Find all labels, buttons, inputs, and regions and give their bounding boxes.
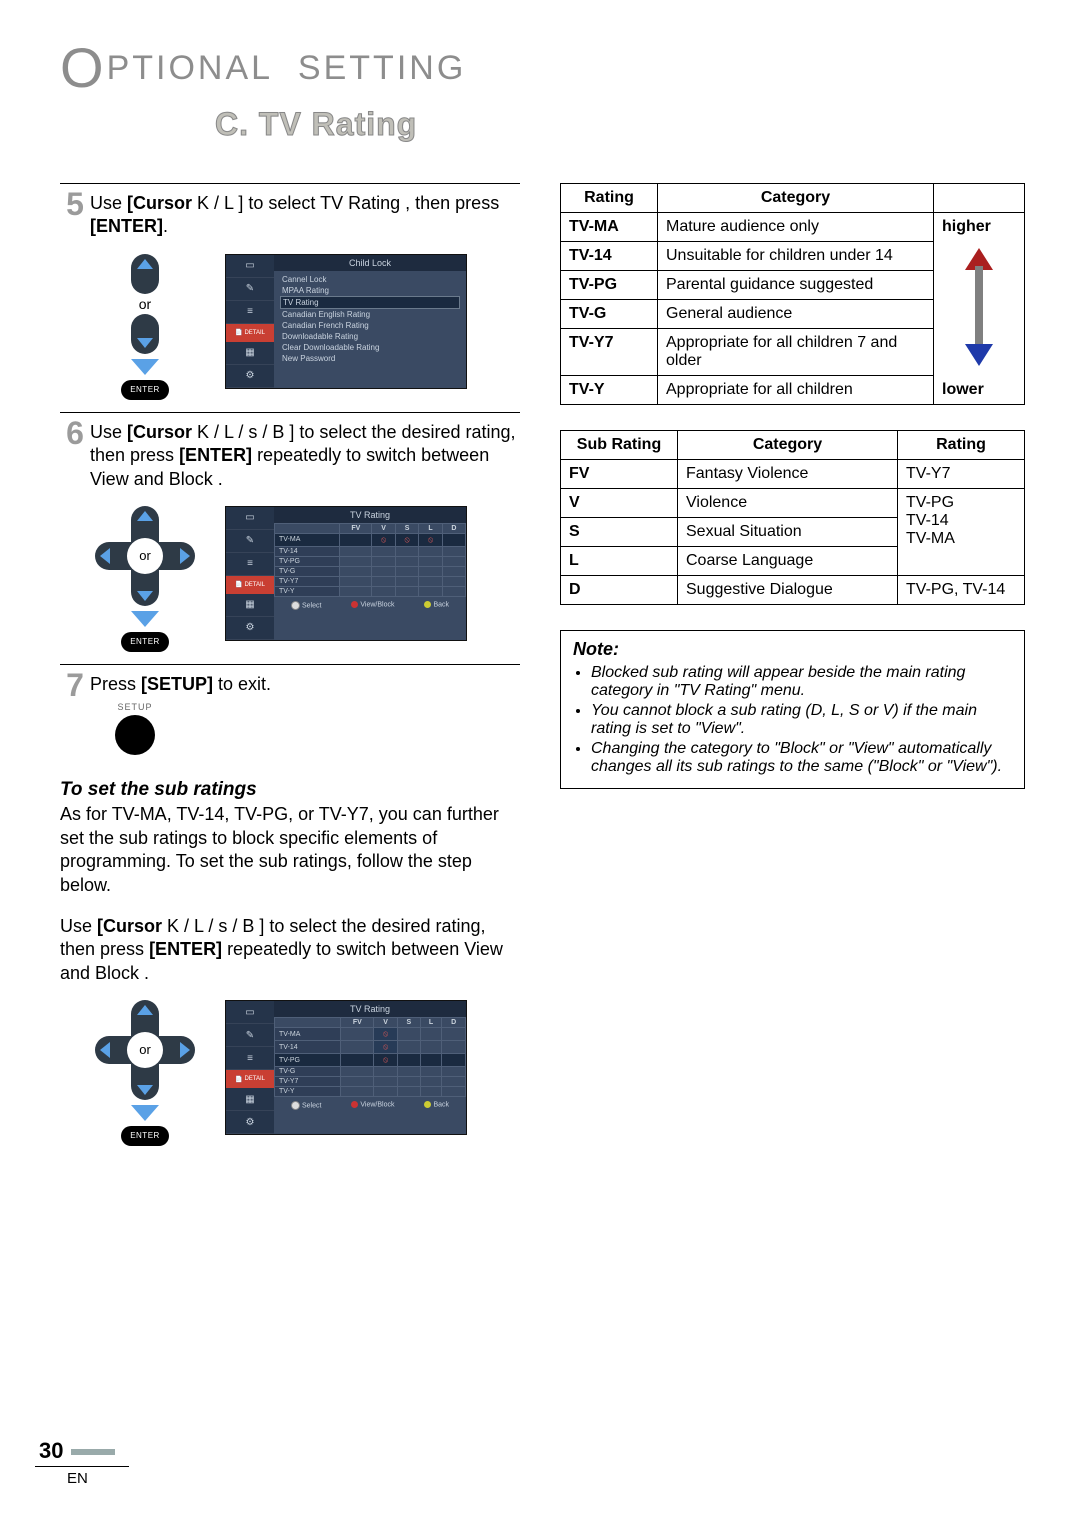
down-arrow-icon bbox=[131, 1105, 159, 1121]
down-arrow-icon bbox=[131, 611, 159, 627]
sub-ratings-heading: To set the sub ratings bbox=[60, 779, 520, 801]
menu-icon: ≡ bbox=[226, 301, 274, 324]
down-arrow-icon bbox=[131, 359, 159, 375]
step-7-text: Press [SETUP] to exit. bbox=[90, 673, 520, 696]
remote-dpad-full: or ENTER bbox=[90, 506, 200, 652]
step-6: 6 Use [Cursor K / L / s / B ] to select … bbox=[60, 412, 520, 664]
tv-menu-title: TV Rating bbox=[274, 1001, 466, 1017]
chapter-letter: O bbox=[60, 40, 107, 96]
tv-rating-grid: FV V S L D TV-MA TV-14 TV-PG TV-G bbox=[274, 1017, 466, 1097]
step-7: 7 Press [SETUP] to exit. SETUP To set th… bbox=[60, 664, 520, 1158]
higher-lower-arrow-icon bbox=[942, 247, 1016, 367]
enter-button: ENTER bbox=[121, 632, 169, 652]
section-title: C. TV Rating bbox=[215, 106, 1025, 143]
setup-button-icon bbox=[115, 715, 155, 755]
menu-icon: ▦ bbox=[226, 342, 274, 365]
chapter-rest: PTIONAL SETTING bbox=[107, 49, 467, 87]
detail-tab: 📄 DETAIL bbox=[226, 1070, 274, 1088]
enter-button: ENTER bbox=[121, 380, 169, 400]
step-number: 7 bbox=[60, 667, 90, 704]
tv-rating-grid: FV V S L D TV-MA TV-14 TV-PG TV-G bbox=[274, 523, 466, 597]
detail-tab: 📄 DETAIL bbox=[226, 324, 274, 342]
menu-icon: ▭ bbox=[226, 255, 274, 278]
remote-dpad-updown: or ENTER bbox=[90, 254, 200, 400]
step-5: 5 Use [Cursor K / L ] to select TV Ratin… bbox=[60, 183, 520, 412]
chapter-title: OPTIONAL SETTING bbox=[60, 40, 1025, 96]
step-5-text: Use [Cursor K / L ] to select TV Rating … bbox=[90, 192, 520, 239]
tv-menu-childlock: ▭ ✎ ≡ 📄 DETAIL ▦ ⚙ Child Lock Cannel Loc… bbox=[225, 254, 467, 389]
sub-ratings-text-1: As for TV-MA, TV-14, TV-PG, or TV-Y7, yo… bbox=[60, 803, 520, 897]
step-number: 6 bbox=[60, 415, 90, 452]
setup-button-diagram: SETUP bbox=[100, 702, 170, 755]
detail-tab: 📄 DETAIL bbox=[226, 576, 274, 594]
tv-menu-title: TV Rating bbox=[274, 507, 466, 523]
enter-button: ENTER bbox=[121, 1126, 169, 1146]
sub-ratings-text-2: Use [Cursor K / L / s / B ] to select th… bbox=[60, 915, 520, 985]
rating-table: Rating Category TV-MA Mature audience on… bbox=[560, 183, 1025, 405]
note-box: Note: Blocked sub rating will appear bes… bbox=[560, 630, 1025, 789]
sub-rating-table: Sub Rating Category Rating FV Fantasy Vi… bbox=[560, 430, 1025, 605]
page-lang: EN bbox=[67, 1470, 88, 1487]
step-6-text: Use [Cursor K / L / s / B ] to select th… bbox=[90, 421, 520, 491]
tv-menu-rating-grid-2: ▭ ✎ ≡ 📄 DETAIL ▦ ⚙ TV Rating bbox=[225, 1000, 467, 1135]
remote-dpad-full: or ENTER bbox=[90, 1000, 200, 1146]
menu-icon: ✎ bbox=[226, 278, 274, 301]
tv-menu-rating-grid: ▭ ✎ ≡ 📄 DETAIL ▦ ⚙ TV Rating bbox=[225, 506, 467, 641]
menu-icon: ⚙ bbox=[226, 365, 274, 388]
page-footer: 30 EN bbox=[35, 1438, 129, 1488]
page-number: 30 bbox=[35, 1438, 129, 1467]
tv-menu-list: Cannel Lock MPAA Rating TV Rating Canadi… bbox=[274, 271, 466, 370]
step-number: 5 bbox=[60, 186, 90, 223]
tv-menu-title: Child Lock bbox=[274, 255, 466, 271]
